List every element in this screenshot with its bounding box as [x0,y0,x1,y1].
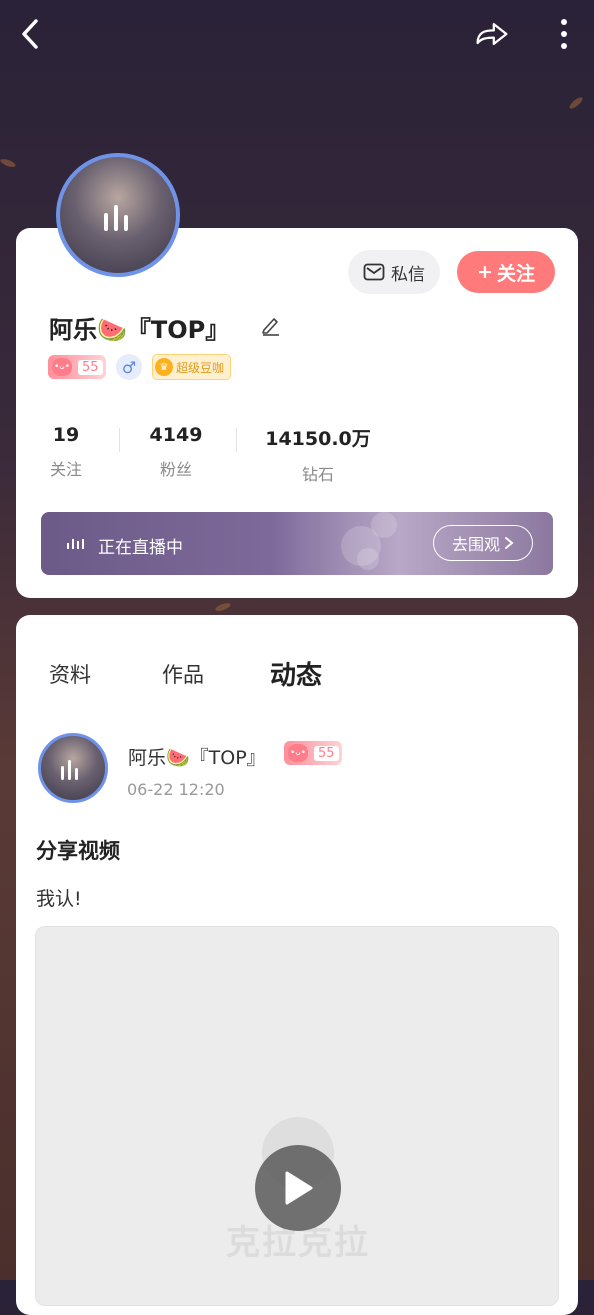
stat-diamonds[interactable]: 14150.0万 钻石 [260,424,376,485]
level-face-icon: •ᴗ• [52,358,72,376]
stat-fans[interactable]: 4149 粉丝 [140,424,212,480]
more-icon[interactable] [546,16,582,52]
divider [119,428,120,452]
vip-badge: ♛ 超级豆咖 [152,354,232,380]
stat-value: 19 [52,424,80,446]
message-button[interactable]: 私信 [348,250,440,294]
post-author-name[interactable]: 阿乐🍉『TOP』 [128,743,266,770]
divider [236,428,237,452]
level-face-icon: •ᴗ• [288,744,308,762]
live-indicator-icon [104,205,128,231]
live-status-text: 正在直播中 [98,538,183,558]
watch-live-label: 去围观 [451,535,500,554]
stat-label: 钻石 [301,465,334,484]
tab-profile-info[interactable]: 资料 [49,659,91,689]
content-card: 资料 作品 动态 阿乐🍉『TOP』 •ᴗ• 55 06-22 12:20 分享视… [16,615,578,1315]
stat-value: 4149 [149,424,203,446]
stats-row: 19 关注 4149 粉丝 14150.0万 钻石 [16,424,578,484]
post-title: 分享视频 [36,839,120,863]
profile-name: 阿乐🍉『TOP』 [49,316,230,344]
level-number: 55 [78,359,103,375]
post-timestamp: 06-22 12:20 [127,780,225,799]
profile-avatar[interactable] [56,153,180,277]
play-icon[interactable] [255,1145,341,1231]
stat-following[interactable]: 19 关注 [40,424,92,480]
badge-row: •ᴗ• 55 ♂ ♛ 超级豆咖 [48,354,232,380]
stat-label: 关注 [49,460,82,479]
live-bars-icon [67,539,84,549]
profile-card: 私信 + 关注 阿乐🍉『TOP』 •ᴗ• 55 ♂ ♛ 超级豆咖 19 关注 4… [16,228,578,598]
follow-button-label: 关注 [496,262,535,285]
live-banner[interactable]: 正在直播中 去围观 [41,512,553,575]
top-bar [0,0,594,70]
tab-works[interactable]: 作品 [162,659,204,689]
stat-value: 14150.0万 [265,428,371,450]
message-button-label: 私信 [391,264,425,285]
video-thumbnail[interactable]: 克拉克拉 [35,926,559,1306]
chevron-right-icon [505,537,514,549]
tab-moments[interactable]: 动态 [270,655,323,694]
stat-label: 粉丝 [159,460,192,479]
watch-live-button[interactable]: 去围观 [433,525,533,561]
mail-icon [363,263,385,281]
post-body: 我认! [36,888,82,910]
follow-button[interactable]: + 关注 [457,251,555,293]
level-badge: •ᴗ• 55 [48,355,106,379]
live-indicator-icon [61,760,78,780]
crown-icon: ♛ [155,358,173,376]
gender-male-icon: ♂ [116,354,142,380]
level-number: 55 [314,745,339,761]
share-icon[interactable] [474,16,510,52]
edit-icon[interactable] [260,314,282,340]
post-author-avatar[interactable] [38,733,108,803]
back-icon[interactable] [12,16,48,52]
vip-label: 超级豆咖 [176,360,225,375]
plus-icon: + [477,261,493,283]
post-level-badge: •ᴗ• 55 [284,741,342,765]
